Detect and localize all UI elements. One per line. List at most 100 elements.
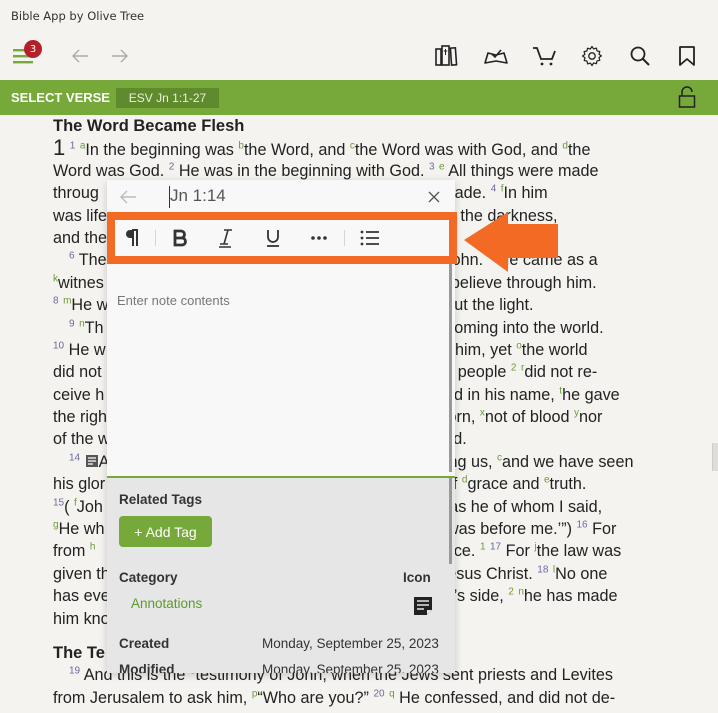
footnote-marker[interactable]: h bbox=[90, 542, 96, 553]
select-verse-bar: SELECT VERSE ESV Jn 1:1-27 bbox=[0, 80, 718, 115]
verse-number[interactable]: 19 bbox=[69, 666, 80, 677]
verse-text: has eve bbox=[53, 587, 110, 606]
toolbar-separator bbox=[344, 230, 345, 246]
verse-text: ceive h bbox=[53, 385, 105, 404]
verse-text: of the w bbox=[53, 430, 110, 449]
verse-text: For bbox=[501, 542, 535, 561]
created-label: Created bbox=[119, 636, 170, 651]
bold-icon bbox=[173, 229, 187, 247]
notification-badge: 3 bbox=[24, 40, 42, 58]
add-tag-button[interactable]: + Add Tag bbox=[119, 516, 212, 547]
editor-scrollbar[interactable] bbox=[449, 262, 452, 472]
verse-number[interactable]: 16 bbox=[577, 520, 588, 531]
footnote-marker[interactable]: 1 bbox=[480, 542, 486, 553]
verse-text: him kno bbox=[53, 609, 110, 628]
passage-reference[interactable]: ESV Jn 1:1-27 bbox=[116, 88, 219, 108]
verse-text: the Word was with God, and bbox=[354, 141, 563, 160]
underline-icon bbox=[267, 230, 279, 247]
note-reference-input[interactable]: Jn 1:14 bbox=[169, 186, 226, 208]
verse-text: He w bbox=[64, 340, 106, 359]
title-bar: Bible App by Olive Tree bbox=[0, 0, 718, 32]
store-button[interactable] bbox=[531, 42, 559, 70]
verse-text: Th bbox=[84, 318, 104, 337]
verse-number[interactable]: 18 bbox=[537, 564, 548, 575]
underline-button[interactable] bbox=[260, 227, 286, 249]
paragraph-button[interactable] bbox=[119, 227, 145, 249]
verse-text: Word was God. bbox=[53, 161, 169, 180]
forward-button[interactable] bbox=[106, 42, 134, 70]
note-metadata-panel: Related Tags + Add Tag Category Icon Ann… bbox=[107, 478, 455, 673]
bulleted-list-button[interactable] bbox=[357, 227, 383, 249]
search-button[interactable] bbox=[626, 42, 654, 70]
settings-button[interactable] bbox=[578, 42, 606, 70]
app-title: Bible App by Olive Tree bbox=[11, 9, 145, 23]
note-icon-selector[interactable] bbox=[413, 596, 433, 616]
verse-number[interactable]: 6 bbox=[69, 251, 75, 262]
verse-number[interactable]: 9 bbox=[69, 318, 75, 329]
library-button[interactable] bbox=[433, 42, 461, 70]
footnote-marker[interactable]: 2 bbox=[511, 363, 517, 374]
verse-text: He w bbox=[71, 296, 109, 315]
verse-text: did not re- bbox=[524, 363, 598, 382]
verse-number[interactable]: 14 bbox=[69, 452, 80, 463]
lock-toggle[interactable] bbox=[676, 85, 698, 109]
verse-text: He came as a bbox=[493, 251, 598, 270]
unlock-icon bbox=[678, 86, 696, 108]
verse-number[interactable]: 20 bbox=[373, 688, 384, 699]
verse-text: In him bbox=[503, 184, 548, 203]
category-selector[interactable]: Annotations bbox=[131, 596, 202, 611]
section-heading: The Word Became Flesh bbox=[53, 117, 245, 135]
italic-button[interactable] bbox=[213, 227, 239, 249]
note-marker-icon[interactable] bbox=[85, 454, 99, 468]
note-header: Jn 1:14 bbox=[107, 180, 455, 214]
verse-line: 1 1 aIn the beginning was bthe Word, and… bbox=[53, 137, 683, 160]
verse-text: In the beginning was bbox=[85, 141, 239, 160]
verse-number[interactable]: 4 bbox=[491, 184, 497, 195]
verse-number[interactable]: 3 bbox=[429, 161, 435, 172]
more-dots-icon bbox=[311, 236, 327, 240]
verse-number[interactable]: 17 bbox=[490, 542, 501, 553]
more-options-button[interactable] bbox=[306, 227, 332, 249]
icon-label: Icon bbox=[403, 570, 431, 585]
main-toolbar bbox=[0, 32, 718, 80]
bookmark-button[interactable] bbox=[673, 42, 701, 70]
back-arrow-icon bbox=[72, 49, 88, 63]
note-editor-popup: Jn 1:14 Enter note contents Related Tags bbox=[107, 180, 455, 673]
verse-line: Word was God. 2 He was in the beginning … bbox=[53, 160, 683, 182]
verse-text: and the bbox=[53, 228, 108, 247]
footnote-marker[interactable]: 2 bbox=[508, 587, 514, 598]
verse-text: and we have seen bbox=[502, 452, 634, 471]
search-icon bbox=[630, 46, 650, 66]
modified-label: Modified bbox=[119, 662, 175, 673]
verse-text: No one bbox=[555, 564, 608, 583]
verse-text: nor bbox=[579, 408, 603, 427]
verse-text: For bbox=[587, 520, 617, 539]
verse-text: from bbox=[53, 542, 90, 561]
verse-number[interactable]: 10 bbox=[53, 341, 64, 352]
metadata-scrollbar[interactable] bbox=[449, 478, 452, 564]
reader-scrollbar[interactable] bbox=[712, 443, 718, 471]
created-date: Monday, September 25, 2023 bbox=[262, 636, 439, 651]
verse-text: He confessed, and did not de- bbox=[394, 688, 616, 707]
close-button[interactable] bbox=[425, 188, 443, 206]
verse-number[interactable]: 15 bbox=[53, 497, 64, 508]
verse-text: “Who are you?” bbox=[257, 688, 374, 707]
note-content-editor[interactable]: Enter note contents bbox=[117, 293, 230, 308]
verse-text: from Jerusalem to ask him, bbox=[53, 688, 252, 707]
related-tags-label: Related Tags bbox=[119, 492, 203, 507]
toolbar-separator bbox=[155, 230, 156, 246]
verse-text: his glor bbox=[53, 475, 106, 494]
verse-text: truth. bbox=[549, 475, 587, 494]
back-button[interactable] bbox=[66, 42, 94, 70]
note-back-button[interactable] bbox=[117, 186, 139, 208]
verse-text: he gave bbox=[562, 385, 620, 404]
reading-plan-button[interactable] bbox=[482, 42, 510, 70]
category-label: Category bbox=[119, 570, 178, 585]
bold-button[interactable] bbox=[167, 227, 193, 249]
verse-number[interactable]: 8 bbox=[53, 296, 59, 307]
select-verse-label[interactable]: SELECT VERSE bbox=[11, 90, 110, 105]
cart-icon bbox=[533, 47, 556, 66]
verse-text: given th bbox=[53, 564, 110, 583]
bookmark-icon bbox=[679, 46, 695, 66]
verse-number[interactable]: 1 bbox=[70, 141, 76, 152]
